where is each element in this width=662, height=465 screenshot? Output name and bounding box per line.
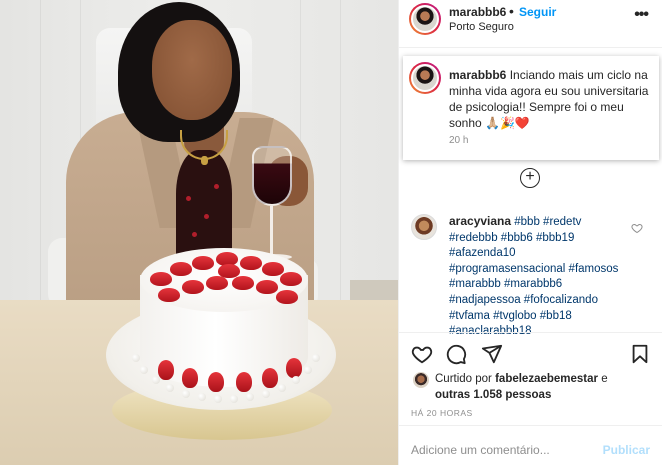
post-location[interactable]: Porto Seguro [449, 21, 514, 33]
bookmark-icon[interactable] [629, 343, 651, 365]
comment-hashtags[interactable]: #bbb #redetv #redebbb #bbb6 #bbb19 #afaz… [449, 216, 618, 337]
comment-item: aracyviana #bbb #redetv #redebbb #bbb6 #… [399, 210, 662, 337]
post-caption: marabbb6 Inciando mais um ciclo na minha… [403, 56, 659, 160]
strawberry [170, 262, 192, 276]
strawberry [232, 276, 254, 290]
strawberry [276, 290, 298, 304]
comment-text-block: aracyviana #bbb #redetv #redebbb #bbb6 #… [449, 214, 627, 340]
liker-username[interactable]: fabelezaebemestar [495, 373, 598, 385]
heart-outline-icon[interactable] [411, 343, 433, 365]
likes-joiner: e [601, 373, 608, 385]
caption-text-block: marabbb6 Inciando mais um ciclo na minha… [449, 67, 651, 131]
action-bar [399, 332, 662, 372]
strawberry [256, 280, 278, 294]
liker-avatar[interactable] [413, 372, 429, 388]
strawberry [158, 288, 180, 302]
strawberry [280, 272, 302, 286]
heart-outline-icon[interactable] [631, 222, 643, 234]
comment-input[interactable]: Adicione um comentário... [411, 443, 550, 457]
post-timestamp[interactable]: HÁ 20 HORAS [411, 408, 473, 418]
comment-username[interactable]: aracyviana [449, 214, 511, 228]
strawberry [206, 276, 228, 290]
instagram-post: marabbb6 • Seguir Porto Seguro ••• marab… [0, 0, 662, 465]
strawberry [240, 256, 262, 270]
strawberry [182, 280, 204, 294]
header-separator: • [509, 3, 514, 19]
post-header: marabbb6 • Seguir Porto Seguro ••• [399, 0, 662, 48]
photo-face [152, 20, 232, 120]
post-photo[interactable] [0, 0, 398, 465]
author-username[interactable]: marabbb6 [449, 5, 506, 19]
publish-button[interactable]: Publicar [603, 443, 650, 457]
likes-prefix: Curtido por [435, 373, 492, 385]
caption-username[interactable]: marabbb6 [449, 68, 506, 82]
wine-glass [252, 146, 292, 206]
caption-avatar[interactable] [409, 62, 441, 94]
strawberry [218, 264, 240, 278]
plus-circle-icon[interactable]: + [520, 168, 540, 188]
likes-text: Curtido por fabelezaebemestar e outras 1… [435, 372, 635, 403]
strawberry [192, 256, 214, 270]
photo-blouse [176, 150, 232, 260]
commenter-avatar[interactable] [411, 214, 437, 240]
caption-time: 20 h [449, 135, 469, 146]
follow-button[interactable]: Seguir [519, 5, 556, 19]
strawberry [150, 272, 172, 286]
author-avatar[interactable] [409, 3, 441, 35]
paper-plane-icon[interactable] [481, 343, 503, 365]
post-side-panel: marabbb6 • Seguir Porto Seguro ••• marab… [398, 0, 662, 465]
comment-bubble-icon[interactable] [445, 343, 467, 365]
strawberry [262, 262, 284, 276]
more-options-icon[interactable]: ••• [634, 6, 649, 24]
likes-others-link[interactable]: outras 1.058 pessoas [435, 389, 551, 401]
add-comment-bar: Adicione um comentário... Publicar [399, 425, 662, 465]
